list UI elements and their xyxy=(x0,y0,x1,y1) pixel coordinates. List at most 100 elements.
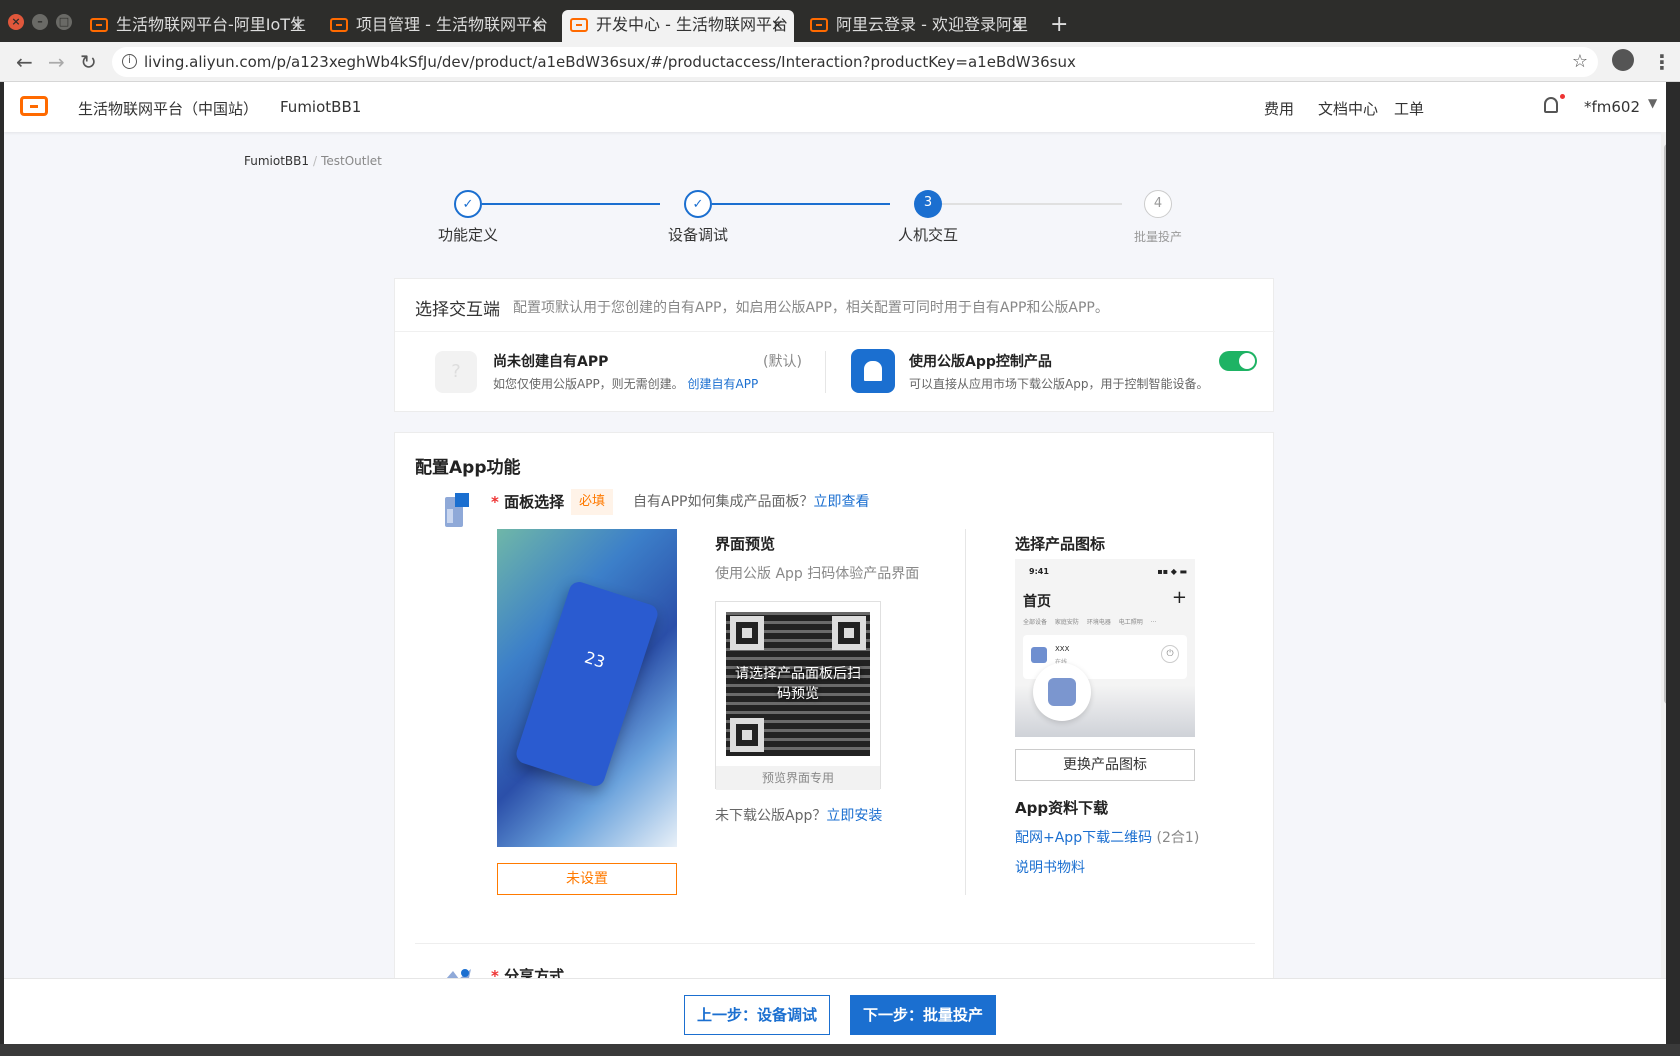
window-maximize-button[interactable]: □ xyxy=(56,14,72,30)
project-name[interactable]: FumiotBB1 xyxy=(280,98,361,116)
install-now-link[interactable]: 立即安装 xyxy=(826,808,882,824)
public-app-home-icon xyxy=(851,349,895,393)
page-scrollbar-thumb[interactable] xyxy=(1664,144,1666,704)
bookmark-star-icon[interactable]: ☆ xyxy=(1572,47,1588,77)
power-icon: ⏻ xyxy=(1161,645,1179,663)
config-app-card: 配置App功能 * 面板选择 必填 自有APP如何集成产品面板？立即查看 23 … xyxy=(394,432,1274,1044)
aliyun-logo-icon[interactable] xyxy=(20,96,48,116)
step-connector xyxy=(942,203,1122,205)
tab-title: 阿里云登录 - 欢迎登录阿里 xyxy=(836,15,1028,34)
download-qr-row: 配网+App下载二维码 (2合1) xyxy=(1015,830,1200,846)
tab-title: 生活物联网平台-阿里IoT生 xyxy=(116,15,307,34)
public-app-desc: 可以直接从应用市场下载公版App，用于控制智能设备。 xyxy=(909,377,1209,391)
window-bottom-edge xyxy=(0,1044,1680,1056)
reload-icon[interactable]: ↻ xyxy=(80,50,97,74)
app-home-mockup: 9:41 ▪▪ ◆ ▬ 首页 + 全部设备 家庭安防 环境电器 电工照明 ···… xyxy=(1015,559,1195,737)
own-app-desc: 如您仅使用公版APP，则无需创建。 xyxy=(493,377,684,391)
account-avatar-icon[interactable] xyxy=(1612,49,1634,71)
window-minimize-button[interactable]: – xyxy=(32,14,48,30)
browser-tabbar: × – □ 生活物联网平台-阿里IoT生 × 项目管理 - 生活物联网平台 × … xyxy=(0,0,1680,42)
step-3-indicator: 3 xyxy=(914,190,942,218)
plus-icon: + xyxy=(1171,587,1187,608)
url-input[interactable]: i living.aliyun.com/p/a123xeghWb4kSfJu/d… xyxy=(112,47,1598,77)
nav-docs-link[interactable]: 文档中心 xyxy=(1318,98,1378,119)
change-icon-button[interactable]: 更换产品图标 xyxy=(1015,749,1195,781)
site-info-icon[interactable]: i xyxy=(122,54,137,69)
step-connector xyxy=(482,203,660,205)
breadcrumb-project[interactable]: FumiotBB1 xyxy=(244,154,309,168)
view-now-link[interactable]: 立即查看 xyxy=(813,494,869,510)
download-title: App资料下载 xyxy=(1015,799,1109,817)
step-3-label: 人机交互 xyxy=(897,226,958,244)
back-arrow-icon[interactable]: ← xyxy=(16,50,33,74)
step-1-check-icon: ✓ xyxy=(454,190,482,218)
notification-dot xyxy=(1560,94,1565,99)
tab-close-icon[interactable]: × xyxy=(531,10,544,40)
product-icon-preview xyxy=(1033,663,1091,721)
tab-close-icon[interactable]: × xyxy=(291,10,304,40)
preview-qr-box: 请选择产品面板后扫码预览 预览界面专用 xyxy=(715,601,881,790)
aliyun-favicon-icon xyxy=(330,18,348,32)
interaction-card: 选择交互端 配置项默认用于您创建的自有APP，如启用公版APP，相关配置可同时用… xyxy=(394,278,1275,412)
nav-ticket-link[interactable]: 工单 xyxy=(1394,98,1424,119)
panel-hint: 自有APP如何集成产品面板？立即查看 xyxy=(633,494,870,510)
public-app-toggle[interactable] xyxy=(1219,351,1257,371)
create-own-app-link[interactable]: 创建自有APP xyxy=(688,377,759,391)
next-step-button[interactable]: 下一步：批量投产 xyxy=(850,995,996,1035)
breadcrumb-separator: / xyxy=(313,154,318,168)
step-4-indicator: 4 xyxy=(1144,190,1172,218)
platform-name[interactable]: 生活物联网平台（中国站） xyxy=(78,98,258,119)
tab-close-icon[interactable]: × xyxy=(1011,10,1024,40)
qr-code-image: 请选择产品面板后扫码预览 xyxy=(726,612,870,756)
panel-phone-mockup: 23 xyxy=(513,579,661,789)
browser-tab-2[interactable]: 项目管理 - 生活物联网平台 × xyxy=(322,10,554,42)
vertical-divider xyxy=(825,351,826,393)
aliyun-favicon-icon xyxy=(570,18,588,32)
panel-unset-button[interactable]: 未设置 xyxy=(497,863,677,895)
download-qr-link[interactable]: 配网+App下载二维码 xyxy=(1015,830,1152,846)
step-1-label: 功能定义 xyxy=(437,226,498,244)
window-close-button[interactable]: × xyxy=(8,14,24,30)
url-text: living.aliyun.com/p/a123xeghWb4kSfJu/dev… xyxy=(144,53,1076,71)
manual-link[interactable]: 说明书物料 xyxy=(1015,860,1085,876)
preview-desc: 使用公版 App 扫码体验产品界面 xyxy=(715,566,920,582)
aliyun-favicon-icon xyxy=(810,18,828,32)
interaction-title: 选择交互端 xyxy=(415,300,500,320)
nav-fee-link[interactable]: 费用 xyxy=(1264,98,1294,119)
breadcrumb-product: TestOutlet xyxy=(321,154,382,168)
tab-title: 开发中心 - 生活物联网平台 xyxy=(596,15,788,34)
browser-tab-1[interactable]: 生活物联网平台-阿里IoT生 × xyxy=(82,10,314,42)
required-badge: 必填 xyxy=(571,489,613,515)
address-bar-row: ← → ↻ i living.aliyun.com/p/a123xeghWb4k… xyxy=(0,42,1680,82)
device-icon xyxy=(1031,647,1047,663)
interaction-desc: 配置项默认用于您创建的自有APP，如启用公版APP，相关配置可同时用于自有APP… xyxy=(513,300,1109,316)
divider xyxy=(395,331,1275,332)
page-viewport: 生活物联网平台（中国站） FumiotBB1 费用 文档中心 工单 *fm602… xyxy=(4,82,1666,1044)
top-navigation: 生活物联网平台（中国站） FumiotBB1 费用 文档中心 工单 *fm602… xyxy=(4,82,1666,132)
qr-overlay-text: 请选择产品面板后扫码预览 xyxy=(735,666,861,702)
preview-title: 界面预览 xyxy=(715,535,776,553)
aliyun-favicon-icon xyxy=(90,18,108,32)
new-tab-button[interactable]: + xyxy=(1050,12,1068,37)
own-app-desc-row: 如您仅使用公版APP，则无需创建。 创建自有APP xyxy=(493,375,758,392)
tab-title: 项目管理 - 生活物联网平台 xyxy=(356,15,548,34)
product-icon-title: 选择产品图标 xyxy=(1015,535,1106,553)
browser-tab-4[interactable]: 阿里云登录 - 欢迎登录阿里 × xyxy=(802,10,1034,42)
tab-close-icon[interactable]: × xyxy=(771,10,784,40)
browser-menu-icon[interactable]: ⋮ xyxy=(1652,50,1672,74)
browser-tab-3[interactable]: 开发中心 - 生活物联网平台 × xyxy=(562,10,794,42)
config-title: 配置App功能 xyxy=(415,458,521,478)
step-2-label: 设备调试 xyxy=(667,226,728,244)
own-app-default-tag: (默认) xyxy=(763,354,802,370)
previous-step-button[interactable]: 上一步：设备调试 xyxy=(684,995,830,1035)
step-4-label: 批量投产 xyxy=(1133,230,1182,244)
user-name[interactable]: *fm602 xyxy=(1584,98,1640,116)
chevron-down-icon[interactable]: ▼ xyxy=(1648,96,1657,110)
notification-bell-icon[interactable] xyxy=(1544,97,1558,113)
panel-label: * 面板选择 xyxy=(491,493,565,511)
forward-arrow-icon[interactable]: → xyxy=(48,50,65,74)
divider xyxy=(415,943,1255,944)
own-app-title: 尚未创建自有APP xyxy=(493,354,609,370)
manual-row: 说明书物料 xyxy=(1015,857,1085,877)
preview-download: 未下载公版App？立即安装 xyxy=(715,808,883,824)
